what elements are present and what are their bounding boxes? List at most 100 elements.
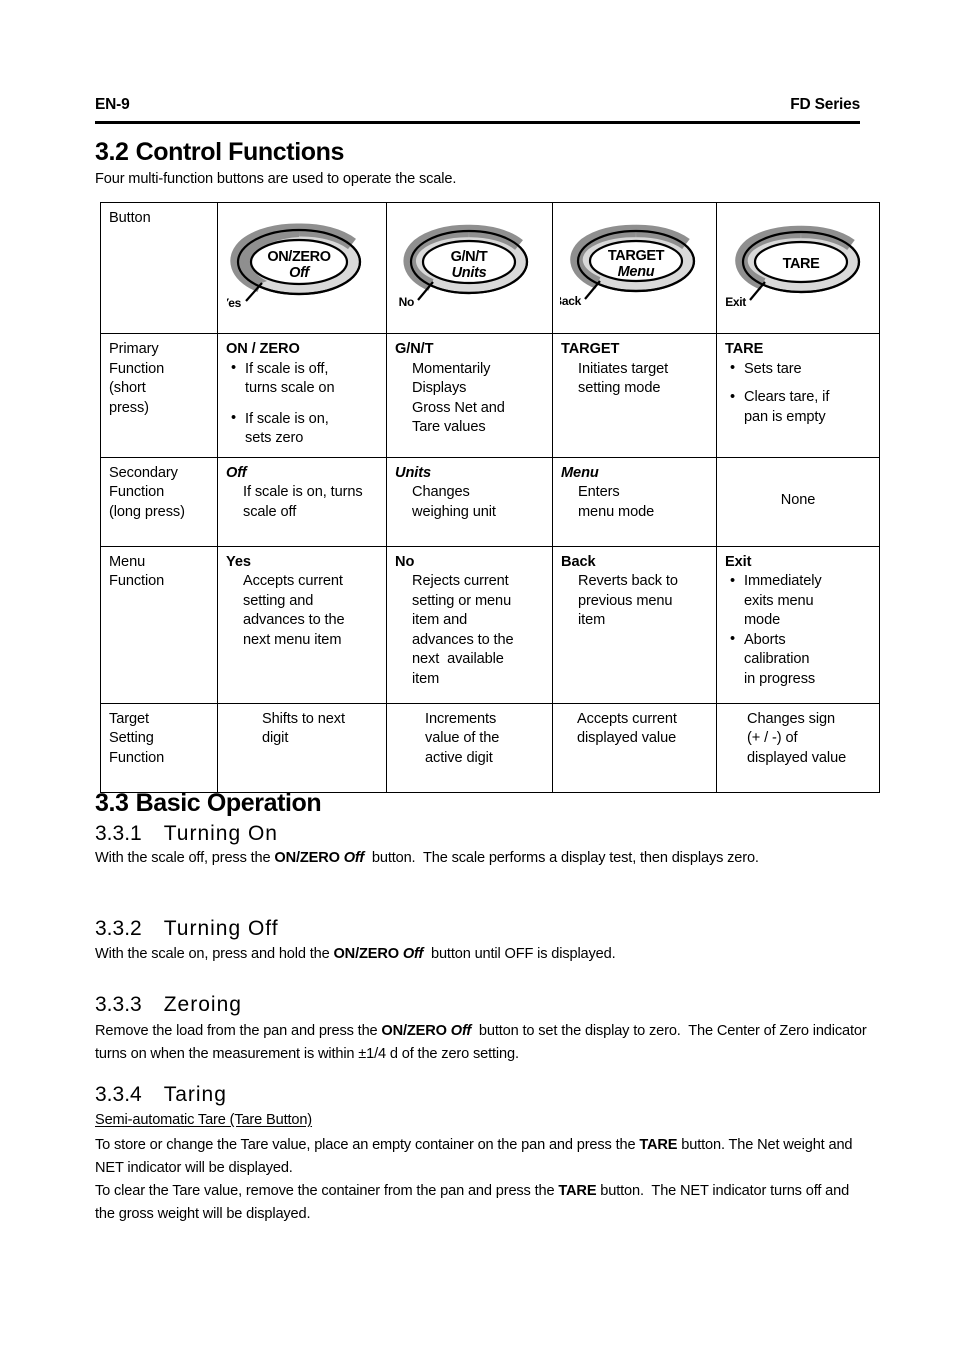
- svg-text:TARGET: TARGET: [607, 248, 664, 264]
- row-label-primary-4: press): [109, 399, 149, 416]
- cell-target-accept: Accepts current displayed value: [552, 702, 717, 793]
- cell-title: TARE: [725, 341, 764, 357]
- list-item: If scale is on,sets zero: [231, 409, 378, 449]
- cell-body: Rejects current setting or menu item and ad…: [412, 573, 514, 687]
- cell-primary-on-zero: ON / ZERO If scale is off,turns scale on…: [217, 333, 387, 458]
- section-title-3-3: Basic Operation: [135, 789, 322, 817]
- svg-text:Back: Back: [560, 294, 582, 308]
- cell-gnt-button[interactable]: G/N/T Units No: [386, 202, 553, 334]
- list-item: Abortscalibrationin progress: [730, 630, 871, 690]
- cell-title: ON / ZERO: [226, 341, 300, 357]
- cell-secondary-off: Off If scale is on, turns scale off: [217, 456, 387, 547]
- subsection-heading-3-3-1: 3.3.1 Turning On: [95, 822, 278, 846]
- subsection-heading-3-3-2: 3.3.2 Turning Off: [95, 917, 279, 941]
- subsection-number-3-3-2: 3.3.2: [95, 917, 142, 940]
- cell-row-label-target: Target Setting Function: [100, 702, 218, 793]
- paragraph-3-3-2: With the scale on, press and hold the ON…: [95, 946, 616, 962]
- running-header: EN-9 FD Series: [95, 96, 860, 114]
- paragraph-3-3-1: With the scale off, press the ON/ZERO Of…: [95, 850, 759, 866]
- target-button-graphic[interactable]: TARGET Menu Back: [553, 203, 716, 333]
- subsection-heading-3-3-4: 3.3.4 Taring: [95, 1083, 227, 1107]
- row-label-menu-1: Menu: [109, 553, 146, 570]
- header-divider: [95, 121, 860, 124]
- target-button-icon[interactable]: TARGET Menu Back: [560, 219, 710, 314]
- section-number-3-2: 3.2: [95, 138, 129, 166]
- cell-menu-no: No Rejects current setting or menu item an…: [386, 545, 553, 704]
- cell-title: G/N/T: [395, 341, 434, 357]
- subsection-title-3-3-3: Zeroing: [163, 993, 242, 1016]
- svg-text:Units: Units: [451, 265, 486, 281]
- bullet-list: Sets tare Clears tare, ifpan is empty: [725, 359, 871, 428]
- bullet-list: If scale is off,turns scale on If scale …: [226, 359, 378, 449]
- cell-row-label-secondary: Secondary Function (long press): [100, 456, 218, 547]
- control-functions-table: Button ON/ZERO Off es G/N/T Units No TAR…: [100, 202, 880, 793]
- cell-primary-tare: TARE Sets tare Clears tare, ifpan is emp…: [716, 333, 880, 458]
- subsection-title-3-3-4: Taring: [163, 1083, 227, 1106]
- cell-body: Accepts current displayed value: [577, 710, 677, 747]
- row-label-primary-1: Primary: [109, 341, 159, 357]
- svg-text:TARE: TARE: [783, 256, 821, 272]
- svg-text:Exit: Exit: [725, 295, 746, 309]
- cell-body: Shifts to next digit: [262, 710, 345, 747]
- cell-menu-yes: Yes Accepts current setting and advances t…: [217, 545, 387, 704]
- cell-menu-exit: Exit Immediatelyexits menumode Abortscal…: [716, 545, 880, 704]
- bullet-text-1: If scale is off, turns scale on: [245, 360, 335, 397]
- svg-text:Menu: Menu: [617, 264, 654, 280]
- cell-body: Changes sign (+ / -) of displayed value: [747, 710, 847, 766]
- subsection-title-3-3-2: Turning Off: [163, 917, 279, 940]
- cell-menu-back: Back Reverts back to previous menu item: [552, 545, 717, 704]
- row-label-primary-2: Function: [109, 360, 165, 377]
- cell-body: Enters menu mode: [578, 484, 655, 520]
- row-label-target-3: Function: [109, 749, 165, 766]
- row-label-primary-3: (short: [109, 380, 146, 396]
- cell-title: Units: [395, 464, 431, 481]
- bullet-text-1: Sets tare: [744, 360, 802, 377]
- cell-body: Momentarily Displays Gross Net and Tare val…: [412, 360, 505, 436]
- on-zero-button-icon[interactable]: ON/ZERO Off Yes: [227, 219, 377, 314]
- subsection-title-3-3-1: Turning On: [163, 822, 278, 845]
- cell-tare-button[interactable]: TARE Exit: [716, 202, 880, 334]
- cell-target-sign: Changes sign (+ / -) of displayed value: [716, 702, 880, 793]
- cell-target-button[interactable]: TARGET Menu Back: [552, 202, 717, 334]
- cell-secondary-units: Units Changes weighing unit: [386, 456, 553, 547]
- table-row-secondary-function: Secondary Function (long press) Off If s…: [100, 456, 880, 547]
- page-number: EN-9: [95, 96, 130, 113]
- cell-target-increment: Increments value of the active digit: [386, 702, 553, 793]
- svg-text:No: No: [398, 295, 413, 309]
- list-item: If scale is off,turns scale on: [231, 359, 378, 399]
- section-heading-3-3: 3.3 Basic Operation: [95, 789, 322, 818]
- cell-body: None: [780, 491, 816, 508]
- cell-row-label-button: Button: [100, 202, 218, 334]
- cell-row-label-primary: Primary Function (short press): [100, 333, 218, 458]
- paragraph-3-3-4-a: To store or change the Tare value, place…: [95, 1137, 853, 1176]
- cell-title: No: [395, 553, 415, 570]
- cell-secondary-menu: Menu Enters menu mode: [552, 456, 717, 547]
- bullet-text-2: Clears tare, if pan is empty: [744, 389, 830, 425]
- cell-on-zero-button[interactable]: ON/ZERO Off Yes: [217, 202, 387, 334]
- manual-title: FD Series: [790, 96, 860, 113]
- cell-title: Yes: [226, 553, 251, 570]
- bullet-list: Immediatelyexits menumode Abortscalibrat…: [725, 572, 871, 689]
- row-label-secondary-1: Secondary: [109, 464, 178, 481]
- row-label-secondary-3: (long press): [109, 503, 185, 520]
- cell-body: If scale is on, turns scale off: [243, 484, 363, 520]
- tare-button-icon[interactable]: TARE Exit: [723, 219, 873, 314]
- row-label-target-1: Target: [109, 710, 149, 727]
- subsection-number-3-3-4: 3.3.4: [95, 1083, 142, 1106]
- table-row-target-setting-function: Target Setting Function Shifts to next di…: [100, 702, 880, 793]
- row-label-secondary-2: Function: [109, 484, 165, 500]
- cell-primary-gnt: G/N/T Momentarily Displays Gross Net and Ta…: [386, 333, 553, 458]
- cell-title: Exit: [725, 553, 752, 570]
- cell-title: Menu: [561, 464, 599, 481]
- gnt-button-icon[interactable]: G/N/T Units No: [395, 219, 545, 314]
- gnt-button-graphic[interactable]: G/N/T Units No: [387, 203, 552, 333]
- section-number-3-3: 3.3: [95, 789, 129, 817]
- tare-button-graphic[interactable]: TARE Exit: [717, 203, 879, 333]
- cell-title: TARGET: [561, 341, 620, 357]
- subsection-number-3-3-1: 3.3.1: [95, 822, 142, 845]
- subsection-heading-3-3-3: 3.3.3 Zeroing: [95, 993, 242, 1017]
- cell-target-shift: Shifts to next digit: [217, 702, 387, 793]
- table-row-menu-function: Menu Function Yes Accepts current setting…: [100, 545, 880, 704]
- on-zero-button-graphic[interactable]: ON/ZERO Off Yes: [218, 203, 386, 333]
- cell-primary-target: TARGET Initiates target setting mode: [552, 333, 717, 458]
